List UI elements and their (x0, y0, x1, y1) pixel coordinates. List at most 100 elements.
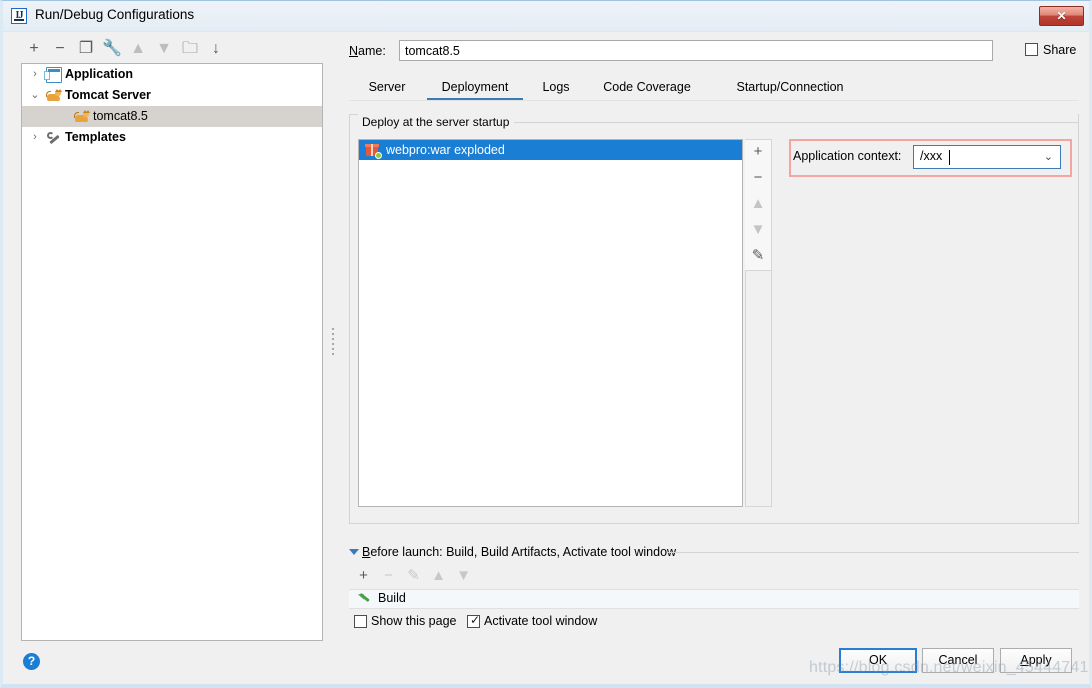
chevron-down-icon[interactable]: ⌄ (1044, 150, 1053, 163)
tab-deployment[interactable]: Deployment (427, 75, 523, 100)
apply-mnemonic: A (1020, 653, 1029, 667)
share-checkbox[interactable] (1025, 43, 1038, 56)
name-label-mnemonic: N (349, 44, 359, 58)
name-label: Name: (349, 44, 386, 58)
activate-tool-window-checkbox[interactable]: ✓ (467, 613, 481, 628)
tree-item-templates[interactable]: › Templates (22, 127, 322, 148)
tab-code-coverage[interactable]: Code Coverage (589, 75, 705, 100)
tree-item-label: tomcat8.5 (93, 109, 148, 123)
chevron-down-icon[interactable]: ⌄ (28, 85, 42, 106)
before-launch-divider (667, 552, 1079, 553)
help-button[interactable]: ? (23, 653, 40, 670)
list-item-label: webpro:war exploded (386, 143, 505, 157)
sort-configurations-button[interactable]: ↓ (203, 39, 229, 61)
edit-templates-icon: 🔧 (102, 40, 122, 57)
add-configuration-button[interactable]: + (21, 39, 47, 61)
activate-tool-window-label[interactable]: Activate tool window (484, 614, 597, 628)
move-into-folder-button[interactable]: 🗀 (177, 39, 203, 61)
wrench-icon (46, 130, 62, 146)
application-context-label: Application context: (793, 149, 902, 163)
ok-button[interactable]: OK (839, 648, 917, 673)
chevron-right-icon[interactable]: › (28, 64, 42, 85)
close-glyph: ✕ (1056, 9, 1067, 23)
before-launch-toolbar: + − ✎ ▲ ▼ (351, 565, 476, 589)
share-label[interactable]: Share (1043, 43, 1076, 57)
tab-startup-connection[interactable]: Startup/Connection (717, 75, 863, 100)
run-debug-configurations-dialog: IJ Run/Debug Configurations ✕ + − ❐ 🔧 ▲ ▼ 🗀 ↓ ›… (0, 0, 1092, 688)
remove-artifact-icon: − (753, 169, 763, 186)
copy-configuration-button[interactable]: ❐ (73, 39, 99, 61)
before-launch-remove-button: − (376, 565, 401, 587)
application-context-value: /xxx (920, 149, 943, 163)
cancel-button[interactable]: Cancel (922, 648, 994, 673)
move-artifact-down-button: ▼ (745, 218, 771, 244)
tomcat-icon (46, 88, 62, 104)
tab-underline (349, 100, 1079, 101)
add-configuration-icon: + (29, 40, 39, 57)
configuration-tabs: Server Deployment Logs Code Coverage Startup… (349, 75, 1079, 101)
splitter-grip (331, 325, 335, 355)
before-launch-title-rest: efore launch: Build, Build Artifacts, Ac… (370, 545, 677, 559)
before-launch-move-up-button: ▲ (426, 565, 451, 587)
tree-item-application[interactable]: › Application (22, 64, 322, 85)
artifact-icon (365, 142, 382, 159)
check-icon: ✓ (470, 613, 481, 627)
artifact-toolbar-trough (745, 271, 772, 507)
add-artifact-button[interactable]: + (745, 140, 771, 166)
group-border-right (514, 122, 1079, 123)
group-border-left (349, 114, 358, 115)
before-launch-add-icon: + (359, 567, 368, 584)
tree-item-tomcat8-5[interactable]: tomcat8.5 (22, 106, 322, 127)
add-artifact-icon: + (753, 143, 763, 160)
remove-configuration-icon: − (55, 40, 65, 57)
before-launch-edit-button: ✎ (401, 565, 426, 587)
hammer-icon (357, 592, 373, 608)
apply-button[interactable]: Apply (1000, 648, 1072, 673)
intellij-idea-icon: IJ (11, 8, 27, 24)
name-label-rest: ame: (358, 44, 386, 58)
before-launch-move-up-icon: ▲ (431, 567, 446, 584)
tab-logs[interactable]: Logs (535, 75, 577, 100)
move-up-icon: ▲ (130, 40, 146, 57)
panel-splitter[interactable] (329, 63, 337, 641)
edit-templates-button[interactable]: 🔧 (99, 39, 125, 61)
deployment-artifact-list[interactable]: webpro:war exploded (358, 139, 743, 507)
application-context-input[interactable]: /xxx ⌄ (913, 145, 1061, 169)
deploy-group-title: Deploy at the server startup (359, 115, 513, 129)
move-down-icon: ▼ (156, 40, 172, 57)
before-launch-remove-icon: − (384, 567, 393, 584)
configurations-toolbar: + − ❐ 🔧 ▲ ▼ 🗀 ↓ (21, 39, 229, 63)
sort-configurations-icon: ↓ (212, 40, 220, 57)
list-item[interactable]: webpro:war exploded (359, 140, 742, 160)
remove-configuration-button[interactable]: − (47, 39, 73, 61)
chevron-right-icon[interactable]: › (28, 127, 42, 148)
text-caret (949, 150, 950, 165)
tree-item-label: Templates (65, 130, 126, 144)
before-launch-title: Before launch: Build, Build Artifacts, A… (362, 545, 676, 559)
before-launch-move-down-button: ▼ (451, 565, 476, 587)
before-launch-collapse-icon[interactable] (349, 549, 359, 555)
move-artifact-up-button: ▲ (745, 192, 771, 218)
tree-item-tomcat-server[interactable]: ⌄ Tomcat Server (22, 85, 322, 106)
show-this-page-label[interactable]: Show this page (371, 614, 456, 628)
before-launch-move-down-icon: ▼ (456, 567, 471, 584)
remove-artifact-button[interactable]: − (745, 166, 771, 192)
before-launch-task-list[interactable]: Build (349, 589, 1079, 609)
application-icon (44, 67, 62, 83)
configurations-tree[interactable]: › Application ⌄ Tomcat Server tomcat8.5 › Temp… (21, 63, 323, 641)
show-this-page-checkbox[interactable] (354, 615, 367, 628)
apply-rest: pply (1028, 653, 1052, 667)
copy-configuration-icon: ❐ (78, 40, 94, 57)
tab-server[interactable]: Server (359, 75, 415, 100)
window-title: Run/Debug Configurations (35, 7, 195, 22)
before-launch-edit-icon: ✎ (407, 567, 420, 584)
move-down-button: ▼ (151, 39, 177, 61)
edit-artifact-button[interactable]: ✎ (745, 244, 771, 270)
name-input[interactable] (399, 40, 993, 61)
tree-item-label: Tomcat Server (65, 88, 151, 102)
before-launch-task-label: Build (378, 591, 406, 605)
tomcat-icon (74, 109, 90, 125)
move-artifact-down-icon: ▼ (750, 221, 766, 238)
before-launch-add-button[interactable]: + (351, 565, 376, 587)
close-icon[interactable]: ✕ (1039, 6, 1084, 26)
